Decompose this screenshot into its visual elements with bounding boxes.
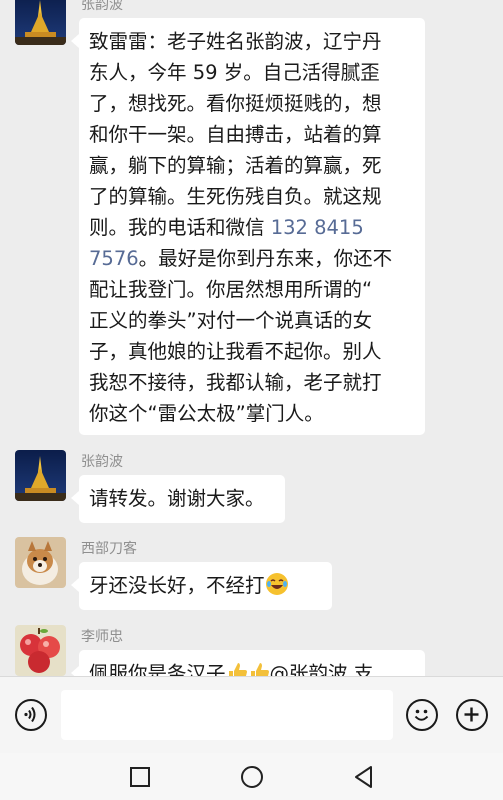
sender-name: 西部刀客 bbox=[81, 541, 137, 557]
message-text: 。最好是你到丹东来，你还不 bbox=[138, 247, 393, 270]
message-line: 致雷雷：老子姓名张韵波，辽宁丹 bbox=[89, 30, 382, 53]
thumbs-up-icon bbox=[226, 661, 248, 676]
message-line: 了，想找死。看你挺烦挺贱的，想 bbox=[89, 92, 382, 115]
message-bubble[interactable]: 牙还没长好，不经打 bbox=[71, 562, 332, 610]
message-line: 赢，躺下的算输；活着的算赢，死 bbox=[89, 154, 382, 177]
message-text: 请转发。谢谢大家。 bbox=[89, 487, 265, 510]
message-bubble[interactable]: 致雷雷：老子姓名张韵波，辽宁丹 东人，今年 59 岁。自己活得腻歪 了，想找死。… bbox=[71, 18, 425, 435]
chat-area[interactable]: 张韵波 致雷雷：老子姓名张韵波，辽宁丹 东人，今年 59 岁。自己活得腻歪 了，… bbox=[0, 0, 503, 676]
message-line: 则。我的电话和微信 132 8415 bbox=[89, 212, 415, 243]
sender-avatar[interactable] bbox=[15, 625, 66, 676]
message-bubble[interactable]: 佩服你是条汉子 @张韵波 支 bbox=[71, 650, 425, 676]
message-item: 李师忠 佩服你是条汉子 @张韵波 支 bbox=[0, 625, 503, 676]
message-text: 则。我的电话和微信 bbox=[89, 216, 271, 239]
message-line: 牙还没长好，不经打 bbox=[89, 570, 322, 601]
message-line: 我恕不接待，我都认输，老子就打 bbox=[89, 371, 382, 394]
message-text: 佩服你是条汉子 bbox=[89, 662, 226, 676]
message-line: 和你干一架。自由搏击，站着的算 bbox=[89, 123, 382, 146]
laughing-tears-emoji-icon bbox=[265, 572, 289, 596]
message-text: 牙还没长好，不经打 bbox=[89, 574, 265, 597]
plus-icon[interactable] bbox=[456, 699, 488, 731]
sender-name: 李师忠 bbox=[81, 629, 123, 645]
triangle-back-icon[interactable] bbox=[352, 765, 376, 789]
sender-avatar[interactable] bbox=[15, 537, 66, 588]
square-icon[interactable] bbox=[128, 765, 152, 789]
message-line: 了的算输。生死伤残自负。就这规 bbox=[89, 185, 382, 208]
message-line: 你这个“雷公太极”掌门人。 bbox=[89, 402, 324, 425]
message-input[interactable] bbox=[61, 690, 393, 740]
message-line: 佩服你是条汉子 @张韵波 支 bbox=[89, 658, 415, 676]
circle-icon[interactable] bbox=[240, 765, 264, 789]
message-text: 支 bbox=[347, 662, 374, 676]
mention[interactable]: @张韵波 bbox=[270, 662, 348, 676]
apples-icon bbox=[15, 625, 66, 676]
thumbs-up-icon bbox=[248, 661, 270, 676]
input-bar bbox=[0, 676, 503, 753]
phone-link[interactable]: 7576 bbox=[89, 247, 139, 270]
message-line: 正义的拳头”对付一个说真话的女 bbox=[89, 309, 373, 332]
dog-icon bbox=[15, 537, 66, 588]
voice-icon[interactable] bbox=[15, 699, 47, 731]
pagoda-night-icon bbox=[15, 0, 66, 45]
sender-avatar[interactable] bbox=[15, 450, 66, 501]
smiley-icon[interactable] bbox=[406, 699, 438, 731]
sender-name: 张韵波 bbox=[81, 454, 123, 470]
message-bubble[interactable]: 请转发。谢谢大家。 bbox=[71, 475, 285, 523]
message-line: 子，真他娘的让我看不起你。别人 bbox=[89, 340, 382, 363]
message-line: 东人，今年 59 岁。自己活得腻歪 bbox=[89, 61, 380, 84]
message-line: 7576。最好是你到丹东来，你还不 bbox=[89, 243, 415, 274]
message-line: 配让我登门。你居然想用所谓的“ bbox=[89, 278, 373, 301]
message-item: 张韵波 致雷雷：老子姓名张韵波，辽宁丹 东人，今年 59 岁。自己活得腻歪 了，… bbox=[0, 0, 503, 445]
pagoda-night-icon bbox=[15, 450, 66, 501]
sender-avatar[interactable] bbox=[15, 0, 66, 45]
system-nav-bar bbox=[0, 753, 503, 800]
phone-link[interactable]: 132 8415 bbox=[271, 216, 364, 239]
sender-name: 张韵波 bbox=[81, 0, 123, 13]
message-item: 西部刀客 牙还没长好，不经打 bbox=[0, 537, 503, 617]
message-item: 张韵波 请转发。谢谢大家。 bbox=[0, 450, 503, 530]
